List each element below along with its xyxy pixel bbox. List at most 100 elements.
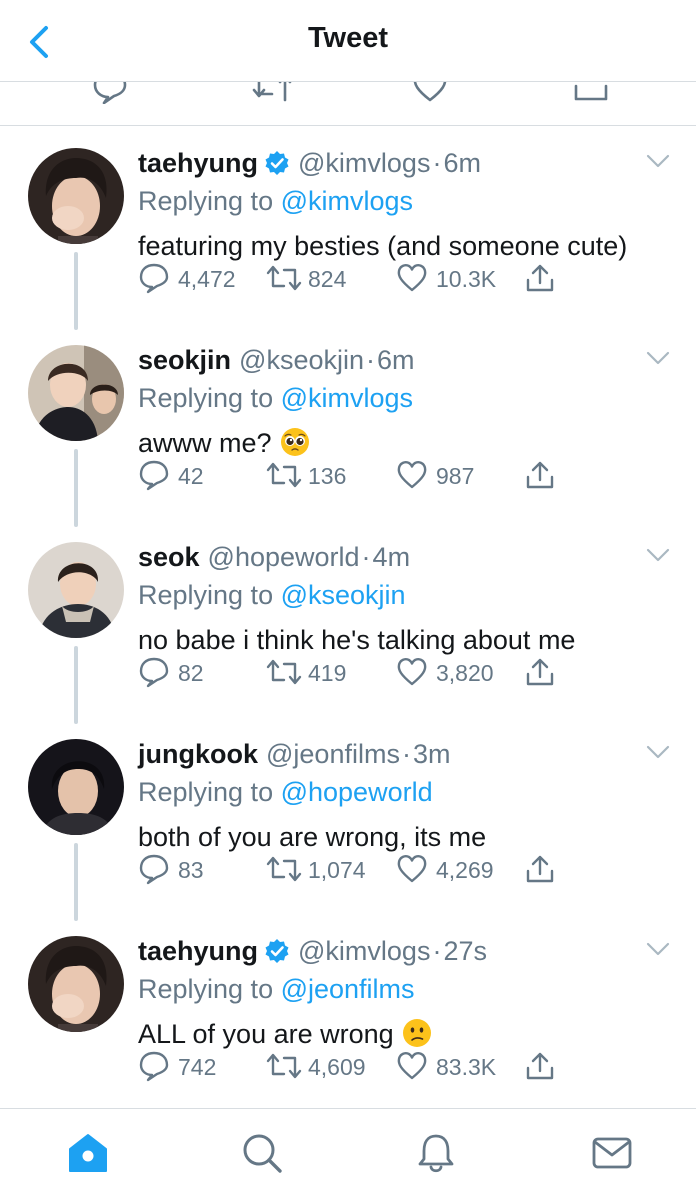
replying-to-mention[interactable]: @hopeworld <box>281 777 433 807</box>
share-icon <box>524 262 556 294</box>
retweet-icon <box>266 262 302 294</box>
reply-icon <box>138 262 170 294</box>
notifications-icon[interactable] <box>414 1131 458 1175</box>
timestamp: 3m <box>412 739 451 769</box>
retweet-count: 1,074 <box>308 857 366 883</box>
tweet-actions: 82 419 3,820 <box>138 652 568 692</box>
timestamp: 4m <box>372 542 411 572</box>
user-handle[interactable]: @kimvlogs <box>298 936 430 966</box>
retweet-count: 136 <box>308 463 347 489</box>
separator-dot: · <box>432 148 442 178</box>
share-icon[interactable] <box>573 82 609 104</box>
tweet[interactable]: taehyung @kimvlogs·6m Replying to @kimvlo… <box>0 126 696 330</box>
replying-to-label: Replying to <box>138 186 281 216</box>
retweet-icon <box>266 656 302 688</box>
like-icon <box>396 1050 428 1082</box>
replying-to-label: Replying to <box>138 777 281 807</box>
bottom-tab-bar <box>0 1108 696 1200</box>
home-icon[interactable] <box>66 1131 110 1175</box>
confused-face-emoji-icon <box>402 1019 431 1047</box>
replying-to-mention[interactable]: @kseokjin <box>281 580 406 610</box>
replying-to-mention[interactable]: @kimvlogs <box>281 383 413 413</box>
tweet-actions: 42 136 987 <box>138 455 568 495</box>
chevron-down-icon[interactable] <box>646 351 670 365</box>
avatar[interactable] <box>28 148 124 244</box>
replying-to: Replying to @jeonfilms <box>138 972 415 1006</box>
display-name[interactable]: taehyung <box>138 936 258 966</box>
replying-to-label: Replying to <box>138 580 281 610</box>
original-tweet-actions <box>0 82 696 126</box>
retweet-icon <box>266 459 302 491</box>
tweet[interactable]: taehyung @kimvlogs·27s Replying to @jeonf… <box>0 914 696 1111</box>
replying-to: Replying to @kimvlogs <box>138 184 413 218</box>
tweet[interactable]: seok @hopeworld·4m Replying to @kseokjin … <box>0 520 696 724</box>
reply-count: 4,472 <box>178 266 236 292</box>
display-name[interactable]: taehyung <box>138 148 258 178</box>
user-handle[interactable]: @kseokjin <box>239 345 364 375</box>
user-handle[interactable]: @jeonfilms <box>266 739 400 769</box>
user-handle[interactable]: @hopeworld <box>208 542 360 572</box>
search-icon[interactable] <box>240 1131 284 1175</box>
replying-to-mention[interactable]: @jeonfilms <box>281 974 415 1004</box>
timestamp: 27s <box>443 936 487 966</box>
share-icon <box>524 656 556 688</box>
timestamp: 6m <box>443 148 481 178</box>
tweet-actions: 83 1,074 4,269 <box>138 849 568 889</box>
reply-icon <box>138 853 170 885</box>
like-icon <box>396 262 428 294</box>
avatar[interactable] <box>28 739 124 835</box>
chevron-down-icon[interactable] <box>646 745 670 759</box>
reply-count: 82 <box>178 660 204 686</box>
reply-count: 83 <box>178 857 204 883</box>
separator-dot: · <box>366 345 376 375</box>
tweet-actions: 742 4,609 83.3K <box>138 1046 568 1086</box>
separator-dot: · <box>361 542 371 572</box>
tweet-text-content: awww me? <box>138 428 272 458</box>
retweet-icon[interactable] <box>252 82 292 104</box>
display-name[interactable]: jungkook <box>138 739 258 769</box>
verified-badge-icon <box>264 938 290 964</box>
retweet-icon <box>266 853 302 885</box>
retweet-count: 4,609 <box>308 1054 366 1080</box>
display-name[interactable]: seokjin <box>138 345 231 375</box>
pleading-face-emoji-icon <box>280 428 309 456</box>
reply-icon <box>138 1050 170 1082</box>
display-name[interactable]: seok <box>138 542 200 572</box>
like-count: 83.3K <box>436 1054 497 1080</box>
like-icon <box>396 853 428 885</box>
chevron-down-icon[interactable] <box>646 154 670 168</box>
reply-icon[interactable] <box>92 82 128 104</box>
reply-icon <box>138 459 170 491</box>
messages-icon[interactable] <box>590 1131 634 1175</box>
tweet[interactable]: jungkook @jeonfilms·3m Replying to @hopew… <box>0 717 696 921</box>
avatar[interactable] <box>28 345 124 441</box>
like-icon[interactable] <box>412 82 448 104</box>
reply-count: 42 <box>178 463 204 489</box>
chevron-down-icon[interactable] <box>646 548 670 562</box>
avatar[interactable] <box>28 936 124 1032</box>
thread-line <box>74 646 78 724</box>
retweet-count: 419 <box>308 660 347 686</box>
like-icon <box>396 656 428 688</box>
like-icon <box>396 459 428 491</box>
share-icon <box>524 853 556 885</box>
thread-line <box>74 252 78 330</box>
replying-to-label: Replying to <box>138 974 281 1004</box>
tweet-header: seokjin @kseokjin·6m <box>138 343 415 377</box>
tweet[interactable]: seokjin @kseokjin·6m Replying to @kimvlog… <box>0 323 696 527</box>
replying-to-label: Replying to <box>138 383 281 413</box>
thread-line <box>74 843 78 921</box>
retweet-icon <box>266 1050 302 1082</box>
like-count: 4,269 <box>436 857 494 883</box>
reply-icon <box>138 656 170 688</box>
tweet-header: jungkook @jeonfilms·3m <box>138 737 450 771</box>
chevron-down-icon[interactable] <box>646 942 670 956</box>
reply-count: 742 <box>178 1054 217 1080</box>
timestamp: 6m <box>377 345 415 375</box>
replying-to: Replying to @hopeworld <box>138 775 433 809</box>
like-count: 3,820 <box>436 660 494 686</box>
replying-to-mention[interactable]: @kimvlogs <box>281 186 413 216</box>
share-icon <box>524 459 556 491</box>
avatar[interactable] <box>28 542 124 638</box>
user-handle[interactable]: @kimvlogs <box>298 148 430 178</box>
